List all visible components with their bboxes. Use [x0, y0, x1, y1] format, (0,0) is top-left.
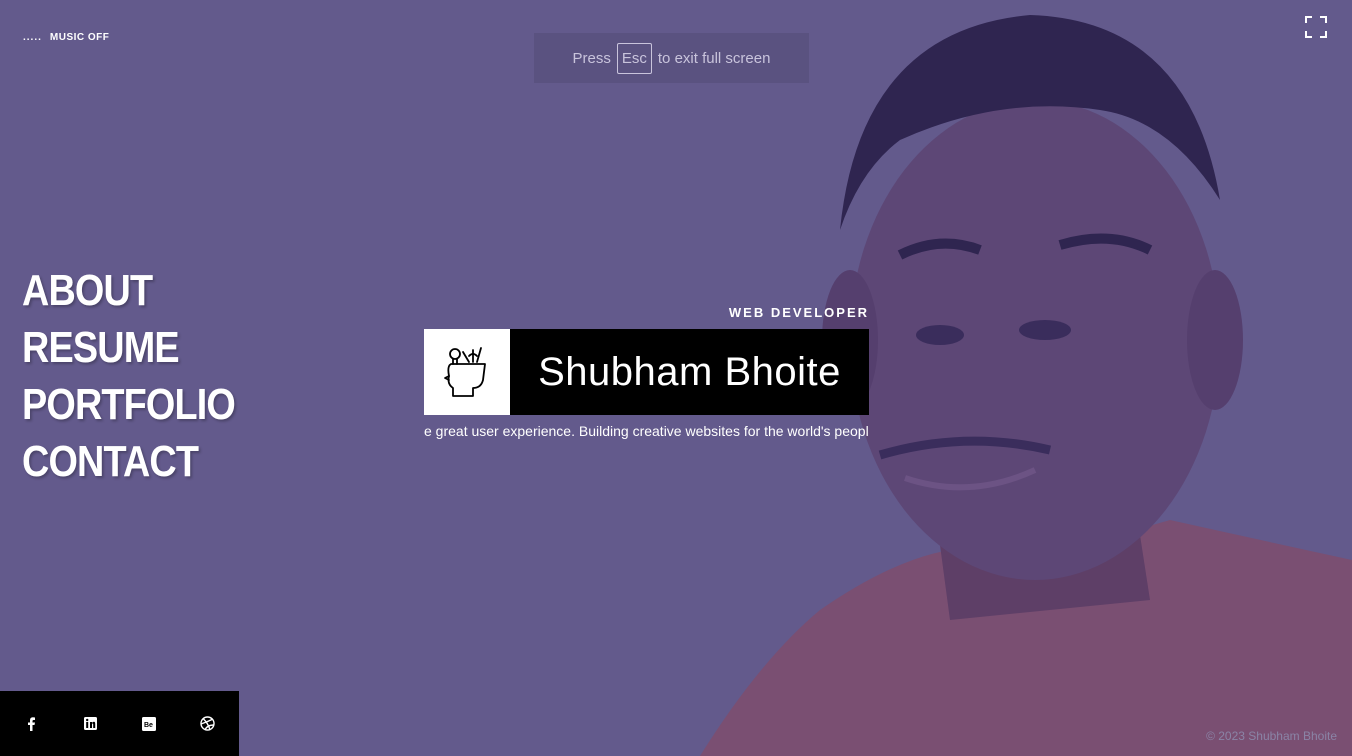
dribbble-icon[interactable]	[200, 716, 216, 732]
toast-suffix: to exit full screen	[657, 49, 771, 67]
facebook-icon[interactable]	[23, 716, 39, 732]
nav-item-about[interactable]: ABOUT	[22, 262, 235, 319]
music-toggle[interactable]: ..... MUSIC OFF	[23, 32, 109, 43]
fullscreen-exit-toast: Press Esc to exit full screen	[534, 33, 809, 83]
music-toggle-label: MUSIC OFF	[49, 32, 110, 43]
copyright-text: © 2023 Shubham Bhoite	[1206, 729, 1337, 743]
esc-key-badge: Esc	[616, 42, 652, 74]
nav-item-portfolio[interactable]: PORTFOLIO	[22, 376, 236, 433]
behance-icon[interactable]: Be	[141, 716, 157, 732]
svg-text:Be: Be	[144, 722, 153, 729]
main-nav: ABOUT RESUME PORTFOLIO CONTACT	[22, 262, 270, 490]
hero-tagline-ticker: e great user experience. Building creati…	[424, 423, 869, 439]
social-links-bar: Be	[0, 691, 239, 756]
equalizer-icon: .....	[23, 32, 42, 43]
creative-head-icon	[424, 329, 510, 415]
nav-item-contact[interactable]: CONTACT	[22, 433, 235, 490]
fullscreen-icon[interactable]	[1304, 15, 1328, 39]
hero-role: WEB DEVELOPER	[728, 305, 869, 320]
linkedin-icon[interactable]	[82, 716, 98, 732]
toast-prefix: Press	[572, 49, 611, 67]
nav-item-resume[interactable]: RESUME	[22, 319, 235, 376]
hero-name: Shubham Bhoite	[538, 349, 841, 394]
hero-name-card: Shubham Bhoite	[424, 329, 869, 415]
